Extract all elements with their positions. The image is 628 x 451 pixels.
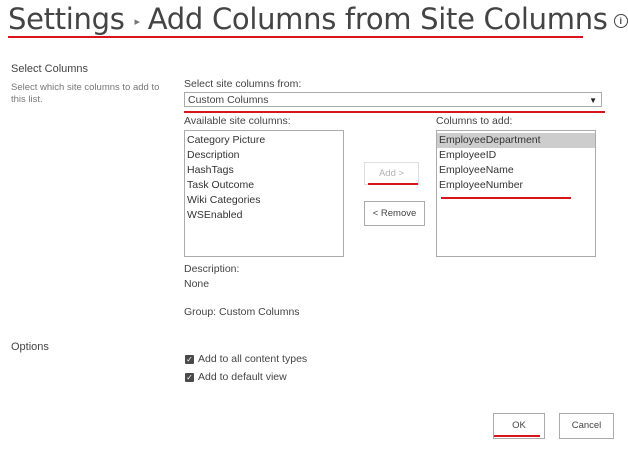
section-description-select-columns: Select which site columns to add to this…: [11, 82, 160, 105]
chevron-down-icon: ▼: [589, 96, 597, 105]
list-item[interactable]: Category Picture: [185, 133, 343, 148]
add-button[interactable]: Add >: [364, 162, 419, 185]
description-label: Description:: [184, 263, 240, 275]
list-item[interactable]: Description: [185, 148, 343, 163]
list-item[interactable]: EmployeeName: [437, 163, 595, 178]
add-to-default-view-row[interactable]: ✓ Add to default view: [185, 371, 287, 383]
section-title-options: Options: [11, 341, 49, 353]
remove-button[interactable]: < Remove: [364, 201, 425, 226]
group-text: Group: Custom Columns: [184, 306, 300, 318]
list-item[interactable]: HashTags: [185, 163, 343, 178]
select-from-label: Select site columns from:: [184, 78, 302, 90]
checkmark-icon[interactable]: ✓: [185, 372, 194, 382]
list-item[interactable]: EmployeeID: [437, 148, 595, 163]
breadcrumb-settings-link[interactable]: Settings: [8, 2, 125, 36]
annotation-underline-dropdown-2: [420, 111, 605, 113]
columns-to-add-label: Columns to add:: [436, 115, 513, 127]
annotation-underline-add: [368, 183, 418, 185]
page-title: Settings ▸ Add Columns from Site Columns i: [8, 2, 628, 36]
site-columns-group-dropdown[interactable]: Custom Columns ▼: [184, 92, 602, 107]
add-to-content-types-row[interactable]: ✓ Add to all content types: [185, 353, 307, 365]
description-value: None: [184, 278, 210, 290]
info-icon[interactable]: i: [613, 14, 628, 28]
annotation-underline-title: [8, 36, 583, 38]
add-to-default-view-label: Add to default view: [198, 371, 287, 383]
annotation-underline-ok: [494, 435, 540, 437]
annotation-underline-dropdown: [184, 111, 420, 113]
breadcrumb-arrow-icon: ▸: [134, 14, 141, 28]
dropdown-value: Custom Columns: [188, 94, 269, 106]
page-title-text: Add Columns from Site Columns: [147, 2, 608, 36]
columns-to-add-listbox[interactable]: EmployeeDepartment EmployeeID EmployeeNa…: [436, 130, 596, 257]
section-title-select-columns: Select Columns: [11, 63, 89, 75]
cancel-button[interactable]: Cancel: [559, 413, 614, 439]
list-item[interactable]: Task Outcome: [185, 178, 343, 193]
available-columns-listbox[interactable]: Category Picture Description HashTags Ta…: [184, 130, 344, 257]
checkmark-icon[interactable]: ✓: [185, 354, 194, 364]
list-item[interactable]: EmployeeDepartment: [437, 133, 595, 148]
annotation-underline-to-add: [441, 197, 571, 199]
list-item[interactable]: EmployeeNumber: [437, 178, 595, 193]
list-item[interactable]: WSEnabled: [185, 208, 343, 223]
list-item[interactable]: Wiki Categories: [185, 193, 343, 208]
available-columns-label: Available site columns:: [184, 115, 291, 127]
add-to-content-types-label: Add to all content types: [198, 353, 308, 365]
